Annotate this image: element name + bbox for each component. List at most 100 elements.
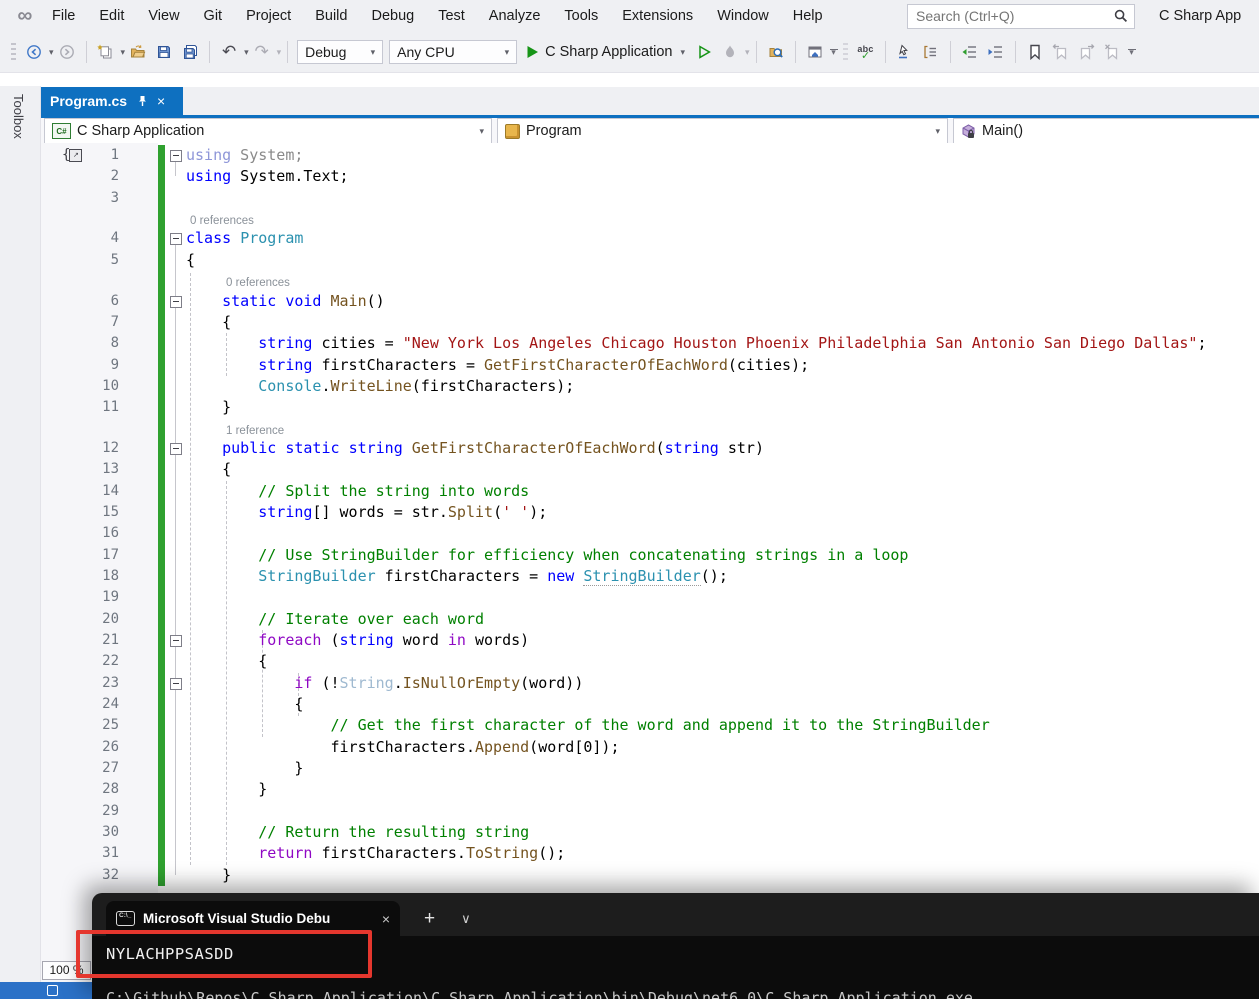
redo-button[interactable]: ↷	[249, 39, 275, 65]
toggle-bookmark-button[interactable]	[1022, 39, 1048, 65]
code-line[interactable]: 6 static void Main()	[40, 291, 1259, 312]
outline-collapse-box[interactable]	[170, 677, 182, 690]
code-line[interactable]: 10 Console.WriteLine(firstCharacters);	[40, 376, 1259, 397]
outline-collapse-box[interactable]	[170, 150, 182, 162]
code-line[interactable]: 4 class Program	[40, 228, 1259, 249]
outline-collapse-box[interactable]	[170, 295, 182, 308]
menu-item-extensions[interactable]: Extensions	[610, 8, 705, 24]
code-line[interactable]: 24 {	[40, 694, 1259, 715]
tab-program-cs[interactable]: Program.cs ×	[40, 87, 183, 115]
code-line[interactable]: 29	[40, 801, 1259, 822]
menu-item-git[interactable]: Git	[192, 8, 235, 24]
code-line[interactable]: 32 }	[40, 865, 1259, 886]
document-outline-icon[interactable]: {↗	[62, 147, 83, 163]
code-line[interactable]: 22 {	[40, 651, 1259, 672]
navigate-backward-button[interactable]	[21, 39, 47, 65]
toolbox-panel-tab[interactable]: Toolbox	[0, 86, 41, 999]
navigate-forward-button[interactable]	[54, 39, 80, 65]
search-box[interactable]	[907, 3, 1135, 29]
code-line[interactable]: 12 public static string GetFirstCharacte…	[40, 438, 1259, 459]
code-line[interactable]: 7 {	[40, 312, 1259, 333]
code-line[interactable]: 30 // Return the resulting string	[40, 822, 1259, 843]
clear-bookmarks-button[interactable]	[1100, 39, 1126, 65]
toolbar-grip[interactable]	[842, 43, 848, 61]
configuration-combo[interactable]: Debug ▾	[297, 40, 384, 64]
code-line[interactable]: 21 foreach (string word in words)	[40, 630, 1259, 651]
codelens-row[interactable]: 0 references	[40, 271, 1259, 291]
close-icon[interactable]: ×	[157, 93, 165, 109]
undo-button[interactable]: ↶	[216, 39, 242, 65]
menu-item-debug[interactable]: Debug	[359, 8, 426, 24]
menu-item-tools[interactable]: Tools	[552, 8, 610, 24]
code-line[interactable]: 1 using System;	[40, 145, 1259, 166]
code-line[interactable]: 16	[40, 523, 1259, 544]
menu-item-view[interactable]: View	[136, 8, 191, 24]
code-line[interactable]: 28 }	[40, 779, 1259, 800]
project-dropdown[interactable]: C# C Sharp Application ▾	[44, 118, 492, 144]
redo-dropdown[interactable]: ▾	[277, 47, 282, 58]
search-input[interactable]	[914, 7, 1114, 25]
code-line[interactable]: 23 if (!String.IsNullOrEmpty(word))	[40, 673, 1259, 694]
codelens-references[interactable]: 1 reference	[226, 425, 284, 437]
code-line[interactable]: 31 return firstCharacters.ToString();	[40, 843, 1259, 864]
code-line[interactable]: 19	[40, 587, 1259, 608]
previous-bookmark-button[interactable]	[1048, 39, 1074, 65]
code-line[interactable]: 2 using System.Text;	[40, 166, 1259, 187]
find-in-files-button[interactable]	[763, 39, 789, 65]
code-line[interactable]: 13 {	[40, 459, 1259, 480]
code-line[interactable]: 8 string cities = "New York Los Angeles …	[40, 333, 1259, 354]
save-all-button[interactable]	[177, 39, 203, 65]
new-tab-button[interactable]: +	[424, 908, 435, 930]
code-line[interactable]: 5{	[40, 250, 1259, 271]
code-line[interactable]: 11 }	[40, 397, 1259, 418]
indent-increase-button[interactable]	[983, 39, 1009, 65]
code-structure-button[interactable]	[918, 39, 944, 65]
save-button[interactable]	[151, 39, 177, 65]
code-line[interactable]: 15 string[] words = str.Split(' ');	[40, 502, 1259, 523]
menu-item-file[interactable]: File	[40, 8, 87, 24]
code-line[interactable]: 14 // Split the string into words	[40, 481, 1259, 502]
menu-item-test[interactable]: Test	[426, 8, 477, 24]
codelens-row[interactable]: 1 reference	[40, 419, 1259, 439]
spell-check-button[interactable]: abc ✓	[853, 39, 879, 65]
toolbar-overflow-button[interactable]: ▾	[1127, 48, 1136, 57]
open-file-button[interactable]	[125, 39, 151, 65]
tab-dropdown-button[interactable]: ∨	[461, 911, 471, 927]
code-line[interactable]: 3	[40, 188, 1259, 209]
menu-item-analyze[interactable]: Analyze	[477, 8, 553, 24]
hot-reload-button[interactable]	[717, 39, 743, 65]
menu-item-help[interactable]: Help	[781, 8, 835, 24]
outline-collapse-box[interactable]	[170, 635, 182, 648]
close-icon[interactable]: ×	[382, 911, 390, 927]
start-without-debugging-button[interactable]	[691, 39, 717, 65]
menu-item-project[interactable]: Project	[234, 8, 303, 24]
code-line[interactable]: 20 // Iterate over each word	[40, 609, 1259, 630]
code-line[interactable]: 9 string firstCharacters = GetFirstChara…	[40, 355, 1259, 376]
menu-item-window[interactable]: Window	[705, 8, 781, 24]
outline-collapse-box[interactable]	[170, 233, 182, 246]
code-line[interactable]: 18 StringBuilder firstCharacters = new S…	[40, 566, 1259, 587]
menu-item-build[interactable]: Build	[303, 8, 359, 24]
code-line[interactable]: 27 }	[40, 758, 1259, 779]
type-dropdown[interactable]: Program ▾	[497, 118, 948, 144]
codelens-row[interactable]: 0 references	[40, 209, 1259, 229]
outline-collapse-box[interactable]	[170, 443, 182, 456]
codelens-references[interactable]: 0 references	[226, 277, 290, 289]
platform-combo[interactable]: Any CPU ▾	[389, 40, 518, 64]
code-editor[interactable]: {↗ 1 using System; 2 using System.Text; 3 0 r…	[40, 143, 1259, 999]
solution-explorer-home-button[interactable]	[802, 39, 828, 65]
new-project-button[interactable]	[93, 39, 119, 65]
codelens-references[interactable]: 0 references	[190, 215, 254, 227]
menu-item-edit[interactable]: Edit	[87, 8, 136, 24]
code-line[interactable]: 26 firstCharacters.Append(word[0]);	[40, 737, 1259, 758]
next-bookmark-button[interactable]	[1074, 39, 1100, 65]
code-line[interactable]: 17 // Use StringBuilder for efficiency w…	[40, 545, 1259, 566]
code-line[interactable]: 25 // Get the first character of the wor…	[40, 715, 1259, 736]
toolbar-grip[interactable]	[11, 43, 16, 61]
indent-decrease-button[interactable]	[957, 39, 983, 65]
pin-icon[interactable]	[137, 95, 148, 107]
member-dropdown[interactable]: Main()	[953, 118, 1259, 144]
caret-position-button[interactable]	[892, 39, 918, 65]
start-debugging-button[interactable]: C Sharp Application ▾	[520, 44, 691, 60]
sync-dropdown[interactable]: ▾	[829, 48, 838, 57]
